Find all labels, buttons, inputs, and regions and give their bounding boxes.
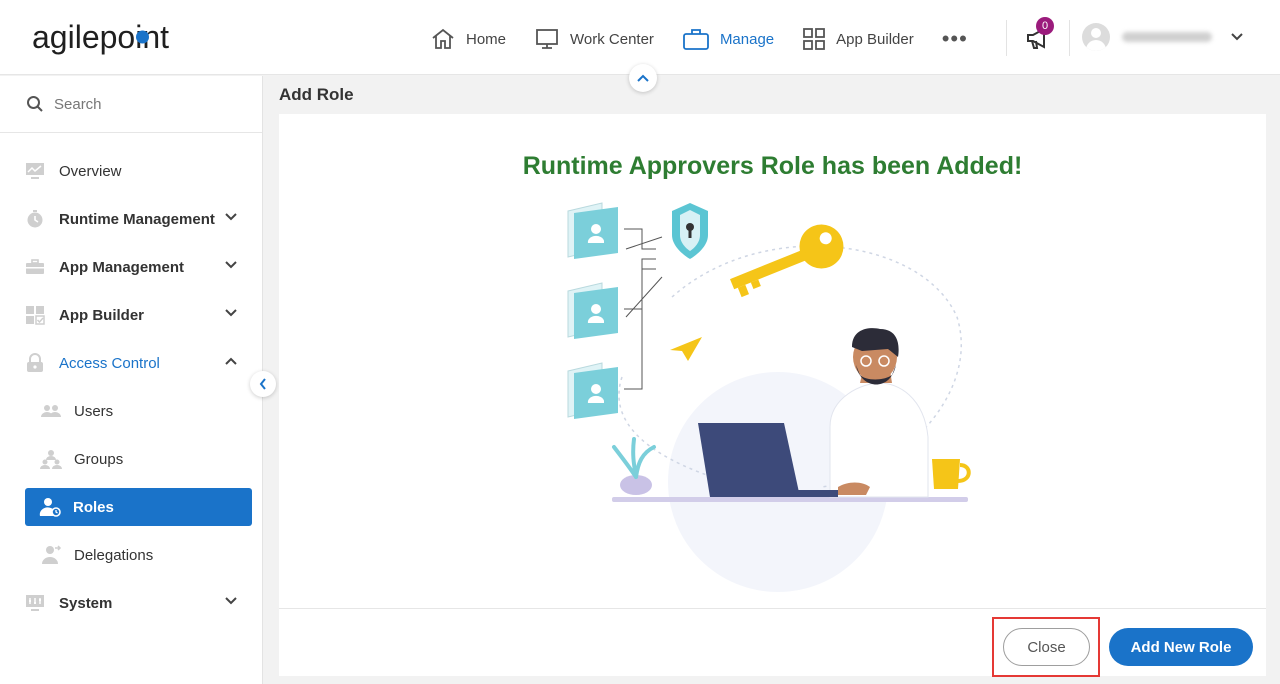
sidebar: Search Overview Runtime Management App M… <box>0 76 263 684</box>
sidebar-item-app-management[interactable]: App Management <box>0 243 262 291</box>
agilepoint-logo[interactable]: agilepoint <box>32 18 192 58</box>
grid-check-icon <box>24 304 46 326</box>
home-icon <box>432 28 454 49</box>
notification-count-badge: 0 <box>1036 17 1054 35</box>
add-new-role-button[interactable]: Add New Role <box>1109 628 1253 666</box>
chevron-down-icon <box>225 309 237 317</box>
sidebar-item-label: Groups <box>74 450 124 468</box>
sidebar-item-roles[interactable]: Roles <box>25 488 252 526</box>
nav-work-center-label: Work Center <box>570 30 654 48</box>
role-user-icon <box>39 496 61 518</box>
sidebar-item-label: Roles <box>73 498 114 516</box>
success-card: Runtime Approvers Role has been Added! C… <box>279 114 1266 676</box>
chevron-left-icon <box>259 378 266 390</box>
nav-manage-label: Manage <box>719 30 775 48</box>
header-divider <box>1069 20 1070 56</box>
chevron-down-icon <box>225 213 237 221</box>
sidebar-menu: Overview Runtime Management App Manageme… <box>0 147 262 627</box>
sidebar-item-app-builder[interactable]: App Builder <box>0 291 262 339</box>
lock-icon <box>24 352 46 374</box>
sidebar-item-label: Users <box>74 402 114 420</box>
chevron-up-icon <box>225 357 237 365</box>
sidebar-item-users[interactable]: Users <box>0 387 262 435</box>
system-icon <box>24 592 46 614</box>
sidebar-item-access-control[interactable]: Access Control <box>0 339 262 387</box>
groups-icon <box>40 448 62 470</box>
sidebar-item-overview[interactable]: Overview <box>0 147 262 195</box>
search-input[interactable]: Search <box>0 76 262 133</box>
search-placeholder: Search <box>54 95 102 113</box>
main-nav: Home Work Center Manage App Builder ••• <box>430 22 968 56</box>
sidebar-item-delegations[interactable]: Delegations <box>0 531 262 579</box>
chevron-down-icon <box>1231 33 1243 41</box>
more-dots-icon: ••• <box>941 26 968 51</box>
collapse-header-button[interactable] <box>629 64 657 92</box>
delegation-icon <box>40 544 62 566</box>
nav-home-label: Home <box>466 30 507 48</box>
notifications-button[interactable]: 0 <box>1024 17 1054 54</box>
role-added-illustration <box>567 202 971 592</box>
footer-divider <box>279 608 1266 609</box>
page-title: Add Role <box>279 85 354 104</box>
username-blurred <box>1122 32 1212 42</box>
sidebar-item-label: Overview <box>59 162 122 180</box>
sidebar-item-runtime-management[interactable]: Runtime Management <box>0 195 262 243</box>
header-divider <box>1006 20 1007 56</box>
users-icon <box>40 400 62 422</box>
grid-icon <box>803 28 826 50</box>
nav-manage[interactable]: Manage <box>682 27 774 51</box>
chart-icon <box>24 160 46 182</box>
clock-icon <box>24 208 46 230</box>
nav-more-button[interactable]: ••• <box>941 26 968 51</box>
chevron-up-icon <box>637 74 649 82</box>
chevron-down-icon <box>225 261 237 269</box>
collapse-sidebar-button[interactable] <box>250 371 276 397</box>
chevron-down-icon <box>225 597 237 605</box>
user-menu[interactable] <box>1082 23 1244 51</box>
nav-home[interactable]: Home <box>430 27 506 51</box>
sidebar-item-label: Delegations <box>74 546 154 564</box>
nav-app-builder[interactable]: App Builder <box>802 27 914 51</box>
avatar <box>1082 23 1110 51</box>
briefcase-icon <box>683 29 709 50</box>
toolbox-icon <box>24 256 46 278</box>
sidebar-item-system[interactable]: System <box>0 579 262 627</box>
close-button[interactable]: Close <box>1003 628 1090 666</box>
sidebar-item-groups[interactable]: Groups <box>0 435 262 483</box>
monitor-icon <box>536 29 558 49</box>
nav-app-builder-label: App Builder <box>836 30 914 48</box>
success-message: Runtime Approvers Role has been Added! <box>522 152 1023 180</box>
nav-work-center[interactable]: Work Center <box>534 27 654 51</box>
search-icon <box>27 96 43 112</box>
